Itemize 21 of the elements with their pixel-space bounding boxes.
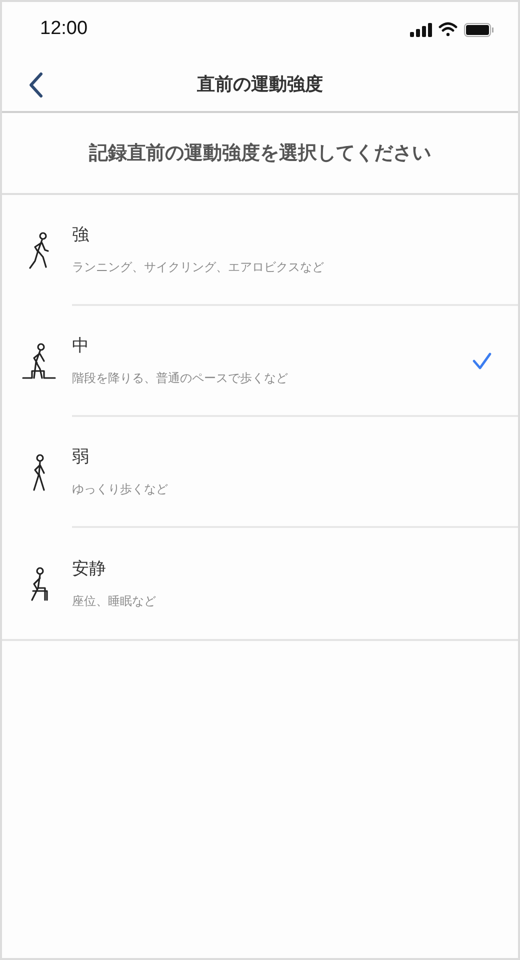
intensity-option[interactable]: 強 ランニング、サイクリング、エアロビクスなど: [2, 195, 518, 306]
status-time: 12:00: [40, 17, 88, 42]
screen-title: 直前の運動強度: [197, 72, 323, 96]
option-label: 強: [72, 224, 90, 247]
intensity-option[interactable]: 中 階段を降りる、普通のペースで歩くなど: [2, 306, 518, 417]
signal-icon: [410, 22, 432, 36]
battery-icon: [464, 22, 494, 36]
option-description: ゆっくり歩くなど: [72, 481, 169, 498]
wifi-icon: [438, 22, 458, 37]
runner-icon: [27, 230, 51, 270]
option-label: 弱: [72, 446, 90, 469]
instruction-text: 記録直前の運動強度を選択してください: [89, 140, 431, 166]
option-label: 中: [72, 334, 90, 358]
stairs-figure-icon: [22, 342, 56, 382]
intensity-option[interactable]: 弱 ゆっくり歩くなど: [2, 417, 518, 528]
chevron-left-icon: [28, 71, 44, 99]
option-description: 階段を降りる、普通のペースで歩くなど: [72, 370, 289, 388]
option-label: 安静: [72, 558, 107, 581]
option-description: ランニング、サイクリング、エアロビクスなど: [72, 259, 325, 276]
intensity-option[interactable]: 安静 座位、睡眠など: [2, 528, 518, 639]
option-description: 座位、睡眠など: [72, 593, 157, 610]
